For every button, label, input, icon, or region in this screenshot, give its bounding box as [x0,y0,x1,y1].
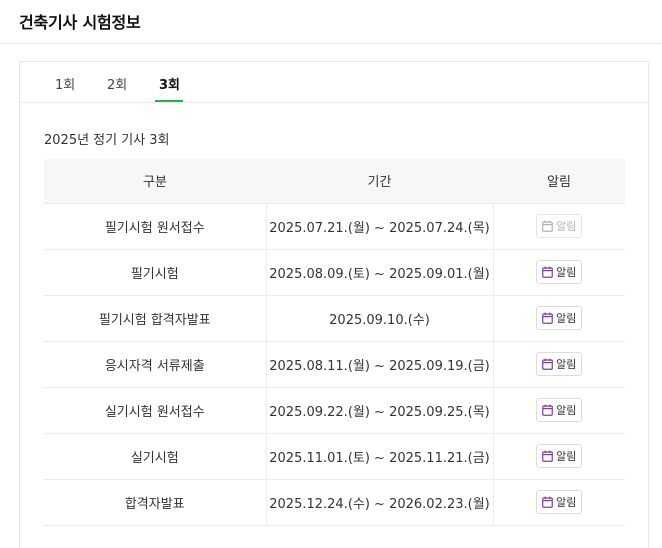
row-period: 2025.07.21.(월) ~ 2025.07.24.(목) [266,203,494,250]
calendar-icon [542,404,553,416]
calendar-icon [542,220,553,232]
alarm-button[interactable]: 알림 [536,306,583,330]
row-alarm-cell: 알림 [493,433,625,480]
table-row: 응시자격 서류제출 2025.08.11.(월) ~ 2025.09.19.(금)… [44,341,625,388]
page: 건축기사 시험정보 1회 2회 3회 2025년 정기 기사 3회 구분 기간 … [0,0,662,548]
alarm-button[interactable]: 알림 [536,398,583,422]
active-tab-indicator [155,100,183,102]
header: 건축기사 시험정보 [0,0,662,44]
tab-round-3[interactable]: 3회 [159,74,180,93]
row-category: 필기시험 원서접수 [44,203,267,250]
alarm-label: 알림 [556,496,577,509]
schedule-table: 구분 기간 알림 필기시험 원서접수 2025.07.21.(월) ~ 2025.… [44,159,625,526]
row-category: 실기시험 원서접수 [44,387,267,434]
row-period: 2025.09.10.(수) [266,295,494,342]
row-alarm-cell: 알림 [493,341,625,388]
table-row: 필기시험 원서접수 2025.07.21.(월) ~ 2025.07.24.(목)… [44,203,625,250]
round-tabs: 1회 2회 3회 [20,62,648,103]
row-alarm-cell: 알림 [493,295,625,342]
column-header-alarm: 알림 [493,159,625,204]
table-row: 합격자발표 2025.12.24.(수) ~ 2026.02.23.(월) 알림 [44,479,625,526]
row-category: 필기시험 [44,249,267,296]
alarm-label: 알림 [556,450,577,463]
tab-round-1[interactable]: 1회 [55,74,75,93]
row-category: 응시자격 서류제출 [44,341,267,388]
exam-title: 2025년 정기 기사 3회 [44,133,170,148]
alarm-label: 알림 [556,358,577,371]
exam-info-card: 1회 2회 3회 2025년 정기 기사 3회 구분 기간 알림 필기시험 원서… [19,61,649,548]
calendar-icon [542,358,553,370]
table-header-row: 구분 기간 알림 [44,159,625,204]
row-period: 2025.08.09.(토) ~ 2025.09.01.(월) [266,249,494,296]
alarm-label: 알림 [556,266,577,279]
table-row: 필기시험 합격자발표 2025.09.10.(수) 알림 [44,295,625,342]
row-category: 필기시험 합격자발표 [44,295,267,342]
alarm-label: 알림 [556,220,577,233]
alarm-button[interactable]: 알림 [536,444,583,468]
alarm-label: 알림 [556,312,577,325]
alarm-label: 알림 [556,404,577,417]
column-header-category: 구분 [44,159,266,204]
alarm-button[interactable]: 알림 [536,352,583,376]
table-row: 필기시험 2025.08.09.(토) ~ 2025.09.01.(월) 알림 [44,249,625,296]
row-alarm-cell: 알림 [493,203,625,250]
row-period: 2025.08.11.(월) ~ 2025.09.19.(금) [266,341,494,388]
table-row: 실기시험 2025.11.01.(토) ~ 2025.11.21.(금) 알림 [44,433,625,480]
alarm-button: 알림 [536,214,583,238]
row-period: 2025.12.24.(수) ~ 2026.02.23.(월) [266,479,494,526]
row-category: 합격자발표 [44,479,267,526]
row-category: 실기시험 [44,433,267,480]
row-period: 2025.11.01.(토) ~ 2025.11.21.(금) [266,433,494,480]
row-alarm-cell: 알림 [493,387,625,434]
calendar-icon [542,450,553,462]
calendar-icon [542,496,553,508]
row-period: 2025.09.22.(월) ~ 2025.09.25.(목) [266,387,494,434]
alarm-button[interactable]: 알림 [536,260,583,284]
tab-round-2[interactable]: 2회 [107,74,127,93]
page-title: 건축기사 시험정보 [19,13,141,32]
calendar-icon [542,312,553,324]
column-header-period: 기간 [266,159,493,204]
table-row: 실기시험 원서접수 2025.09.22.(월) ~ 2025.09.25.(목)… [44,387,625,434]
row-alarm-cell: 알림 [493,249,625,296]
row-alarm-cell: 알림 [493,479,625,526]
calendar-icon [542,266,553,278]
alarm-button[interactable]: 알림 [536,490,583,514]
